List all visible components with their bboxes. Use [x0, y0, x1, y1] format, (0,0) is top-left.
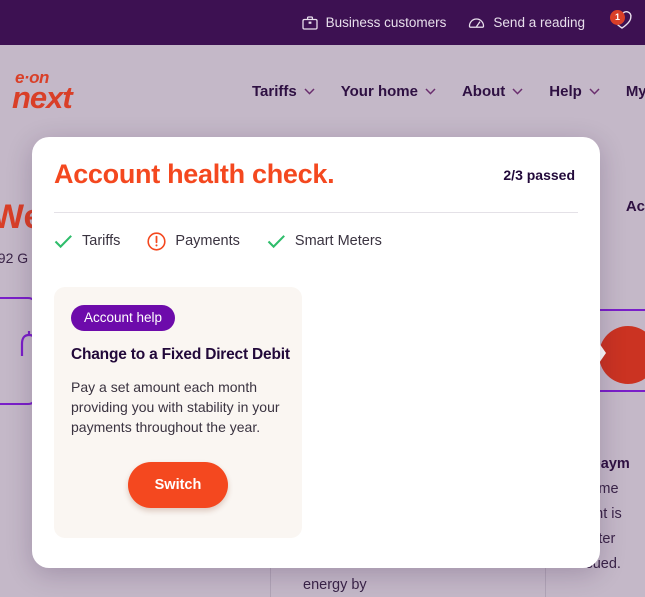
check-icon	[267, 234, 286, 249]
send-a-reading-link[interactable]: Send a reading	[468, 15, 585, 31]
background-right-card-label: Ac	[625, 198, 645, 215]
status-item-smart-meters-label: Smart Meters	[294, 233, 382, 249]
favourites-badge-count: 1	[610, 9, 625, 25]
nav-item-help[interactable]: Help	[549, 83, 600, 100]
chevron-down-icon	[425, 87, 436, 95]
nav-item-your-home-label: Your home	[340, 82, 418, 100]
switch-button[interactable]: Switch	[127, 462, 229, 508]
chevron-down-icon	[589, 87, 600, 95]
modal-body: Account help Change to a Fixed Direct De…	[32, 269, 600, 538]
modal-title: Account health check.	[54, 159, 335, 189]
warning-circle-icon	[147, 231, 167, 251]
page-root: We 192 G Ac xt paym payme ment is s afte…	[0, 0, 645, 597]
nav-item-my-account-label: My	[625, 82, 645, 100]
account-health-check-modal: Account health check. 2/3 passed Tariffs	[32, 137, 600, 568]
nav-item-your-home[interactable]: Your home	[341, 83, 436, 100]
modal-header: Account health check. 2/3 passed	[32, 137, 600, 212]
logo-line-next: next	[12, 80, 73, 116]
nav-item-about[interactable]: About	[462, 83, 523, 100]
nav-item-tariffs-label: Tariffs	[252, 82, 297, 100]
eon-next-logo[interactable]: e·on next	[12, 69, 112, 116]
status-summary-row: Tariffs Payments Smart Meters	[32, 213, 600, 269]
promo-badge-account-help[interactable]: Account help	[71, 305, 176, 331]
background-rule-bottom	[595, 390, 645, 392]
promo-card-direct-debit: Account help Change to a Fixed Direct De…	[54, 287, 302, 538]
background-rule-top	[595, 309, 645, 311]
business-customers-link[interactable]: Business customers	[301, 15, 447, 31]
nav-item-about-label: About	[461, 82, 506, 100]
nav-item-help-label: Help	[549, 82, 582, 100]
status-item-payments-label: Payments	[175, 233, 240, 249]
favourites-button[interactable]: 1	[607, 8, 637, 38]
nav-links: Tariffs Your home About Help My	[252, 45, 645, 137]
chevron-down-icon	[512, 87, 523, 95]
promo-card-body: Pay a set amount each month providing yo…	[71, 379, 280, 435]
send-a-reading-label: Send a reading	[493, 15, 585, 30]
main-navigation-bar: e·on next Tariffs Your home About Help M…	[0, 45, 645, 137]
business-customers-label: Business customers	[325, 15, 447, 30]
modal-passed-count: 2/3 passed	[503, 166, 575, 183]
status-item-tariffs-label: Tariffs	[82, 233, 121, 249]
briefcase-icon	[301, 15, 318, 31]
promo-card-title: Change to a Fixed Direct Debit	[71, 346, 290, 363]
status-item-smart-meters[interactable]: Smart Meters	[267, 233, 382, 249]
nav-item-my-account[interactable]: My	[626, 83, 645, 100]
status-item-payments[interactable]: Payments	[147, 231, 240, 251]
top-utility-bar: Business customers Send a reading 1	[0, 0, 645, 45]
speedometer-icon	[468, 15, 485, 31]
nav-item-tariffs[interactable]: Tariffs	[252, 83, 315, 100]
background-energy-by-text: energy by	[303, 577, 367, 593]
promo-button-wrap: Switch	[71, 462, 285, 508]
status-item-tariffs[interactable]: Tariffs	[54, 233, 120, 249]
chevron-down-icon	[304, 87, 315, 95]
check-icon	[54, 234, 73, 249]
background-account-line: 192 G	[0, 250, 29, 266]
